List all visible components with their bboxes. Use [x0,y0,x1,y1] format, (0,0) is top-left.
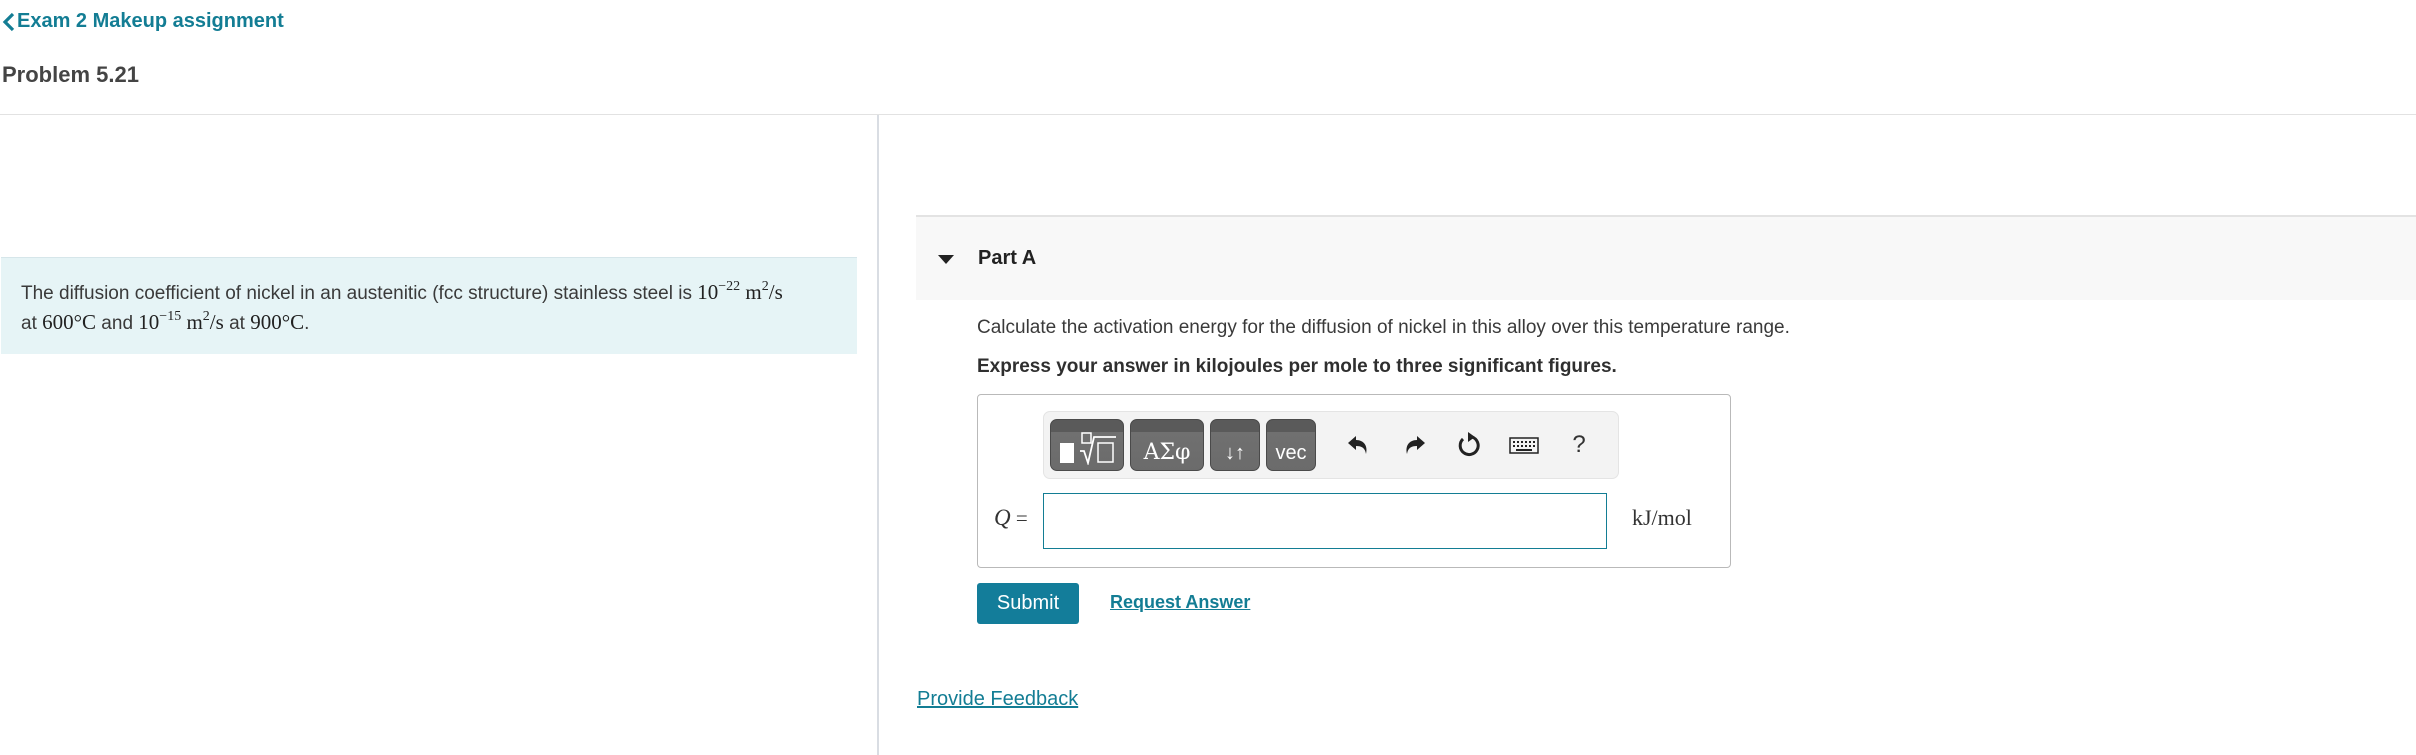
help-icon: ? [1572,431,1586,458]
undo-button[interactable] [1344,430,1374,460]
submit-button[interactable]: Submit [977,583,1079,624]
math-toolbar: ΑΣφ ↓↑ vec ? [1043,411,1619,479]
temperature-1: 600°C [42,310,97,334]
math-unit: /s [209,310,224,334]
redo-icon [1406,436,1425,454]
intro-text: and [96,313,139,334]
keyboard-icon [1509,437,1539,454]
intro-text: at [223,313,251,334]
answer-instruction: Express your answer in kilojoules per mo… [977,356,1617,377]
back-to-assignment-link[interactable]: Exam 2 Makeup assignment [2,10,284,33]
intro-text: . [304,313,310,334]
math-base: 10 [138,310,160,334]
part-title: Part A [978,247,1037,269]
answer-panel: ΑΣφ ↓↑ vec ? Q = kJ/mol [977,394,1731,568]
reset-icon [1458,432,1480,457]
column-divider [877,115,879,755]
problem-title: Problem 5.21 [2,62,139,87]
temperature-2: 900°C [250,310,305,334]
request-answer-link[interactable]: Request Answer [1110,592,1250,613]
vector-label: vec [1275,442,1307,464]
undo-icon [1348,436,1367,454]
variable-symbol: Q [994,505,1011,530]
math-unit: m [740,280,762,304]
greek-symbols-label: ΑΣφ [1143,440,1191,465]
diffusion-coefficient-2: 10−15 m2/s [138,309,224,335]
math-unit: /s [768,280,783,304]
chevron-left-icon [2,12,15,31]
diffusion-coefficient-1: 10−22 m2/s [697,279,783,305]
templates-icon [1060,432,1116,465]
redo-button[interactable] [1399,430,1429,460]
math-exponent: 2 [761,279,769,294]
intro-text: at [21,313,43,334]
answer-units: kJ/mol [1632,505,1692,530]
arrows-button[interactable]: ↓↑ [1210,419,1260,471]
problem-statement: The diffusion coefficient of nickel in a… [1,257,857,354]
math-exponent: −22 [718,279,741,294]
question-text: Calculate the activation energy for the … [977,317,1790,338]
header-divider [0,114,2416,115]
arrows-icon: ↓↑ [1225,442,1245,464]
provide-feedback-link[interactable]: Provide Feedback [917,688,1078,711]
activation-energy-input[interactable] [1043,493,1607,549]
math-exponent: −15 [159,309,182,324]
vector-button[interactable]: vec [1266,419,1316,471]
keyboard-button[interactable] [1509,430,1539,460]
templates-button[interactable] [1050,419,1124,471]
caret-down-icon [938,255,954,264]
math-base: 10 [697,280,719,304]
answer-variable-label: Q = [994,505,1028,531]
math-exponent: 2 [202,309,210,324]
part-a-toggle[interactable]: Part A [916,215,2416,300]
equals-sign: = [1010,506,1028,530]
reset-button[interactable] [1454,430,1484,460]
help-button[interactable]: ? [1564,430,1594,460]
intro-text: The diffusion coefficient of nickel in a… [21,283,698,304]
greek-symbols-button[interactable]: ΑΣφ [1130,419,1204,471]
back-link-label: Exam 2 Makeup assignment [17,10,284,32]
math-unit: m [181,310,203,334]
